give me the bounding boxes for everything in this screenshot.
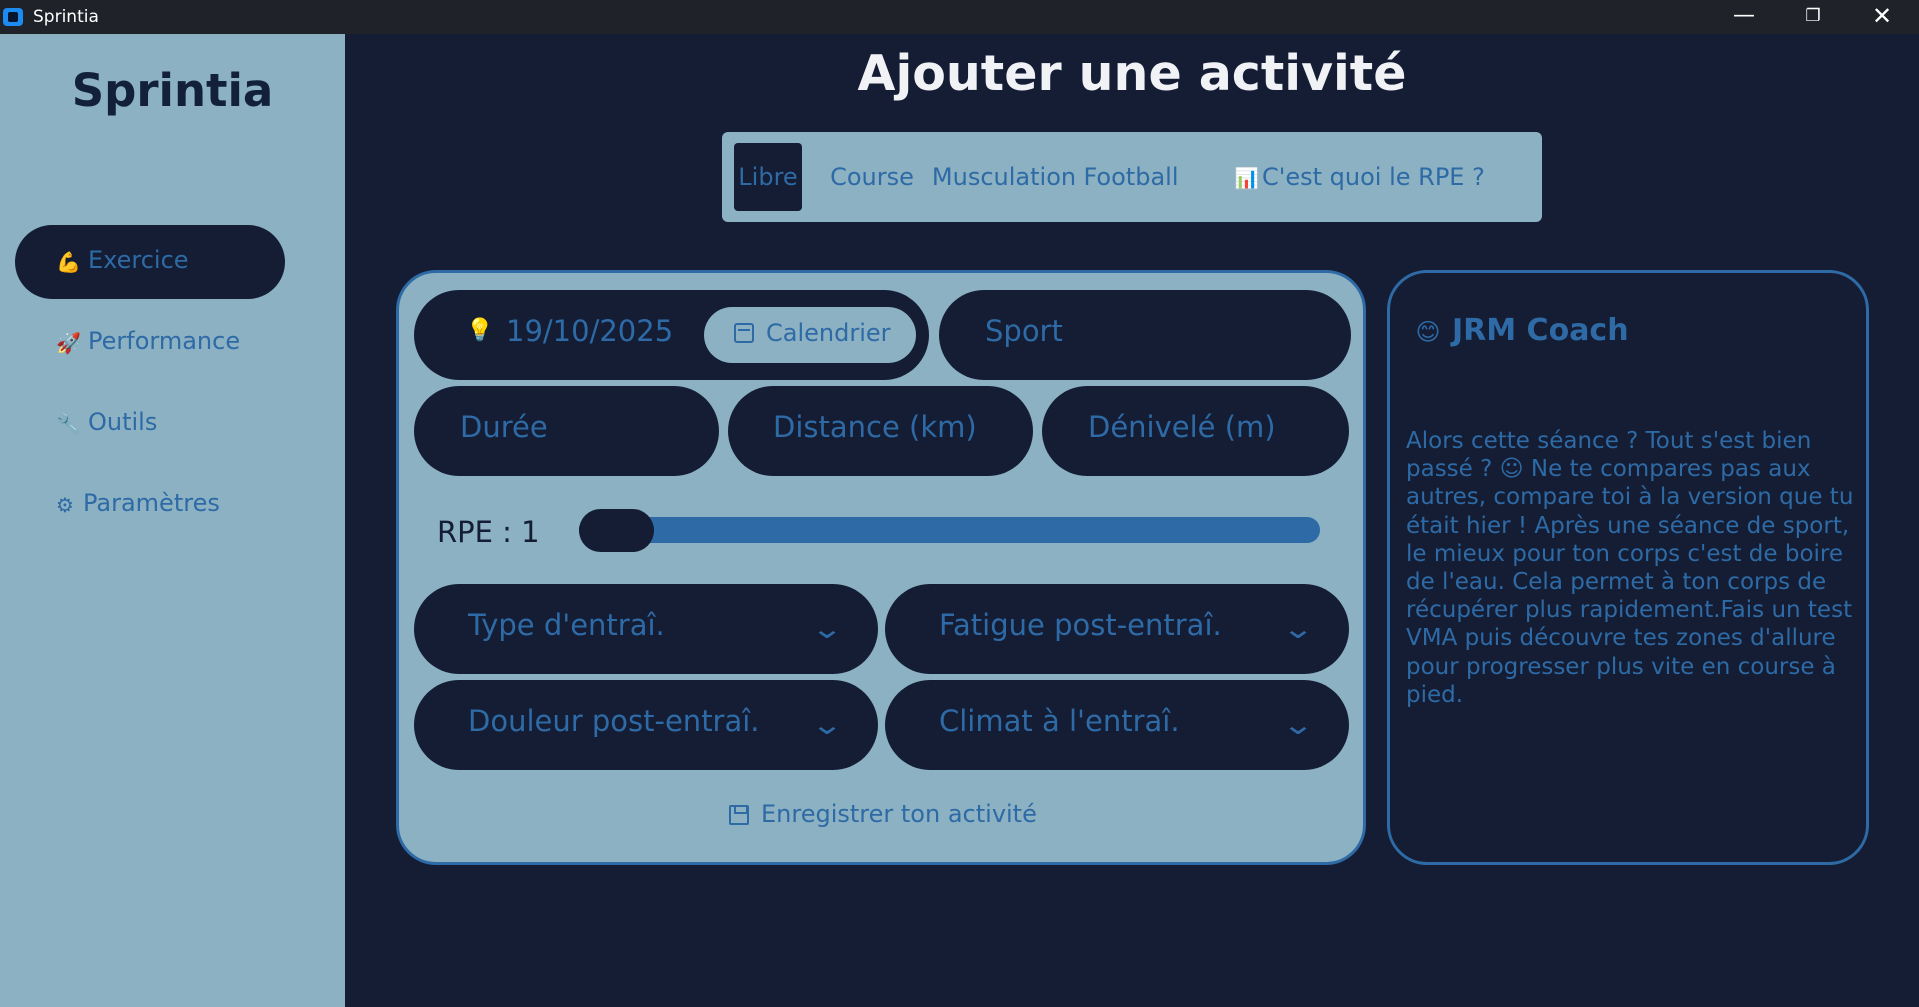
- bar-chart-icon: 📊: [1234, 166, 1259, 190]
- sidebar: Sprintia 💪 Exercice 🚀 Performance 🔧 Outi…: [0, 34, 345, 1007]
- save-icon: [729, 805, 749, 825]
- date-field[interactable]: 💡 19/10/2025 Calendrier: [414, 290, 929, 380]
- app-icon: [3, 8, 23, 26]
- page-title: Ajouter une activité: [857, 45, 1407, 102]
- pain-label: Douleur post-entraî.: [468, 704, 760, 738]
- sidebar-item-exercice[interactable]: 💪 Exercice: [15, 225, 285, 299]
- chevron-down-icon: ⌄: [810, 708, 844, 741]
- activity-form: 💡 19/10/2025 Calendrier Sport Durée Dist…: [396, 270, 1366, 865]
- rpe-slider-handle[interactable]: [579, 509, 654, 552]
- sport-input[interactable]: Sport: [939, 290, 1351, 380]
- climate-label: Climat à l'entraî.: [939, 704, 1180, 738]
- window-title: Sprintia: [33, 7, 99, 27]
- sidebar-item-outils[interactable]: 🔧 Outils: [15, 387, 285, 461]
- tab-football[interactable]: Football: [1071, 143, 1191, 211]
- duration-placeholder: Durée: [460, 410, 548, 444]
- tab-course[interactable]: Course: [813, 143, 931, 211]
- climate-select[interactable]: Climat à l'entraî. ⌄: [885, 680, 1349, 770]
- elevation-placeholder: Dénivelé (m): [1088, 410, 1276, 444]
- coach-panel: 😊 JRM Coach Alors cette séance ? Tout s'…: [1387, 270, 1869, 865]
- lightbulb-icon: 💡: [466, 318, 494, 343]
- training-type-select[interactable]: Type d'entraî. ⌄: [414, 584, 878, 674]
- tab-libre[interactable]: Libre: [734, 143, 802, 211]
- calendar-button[interactable]: Calendrier: [704, 307, 916, 363]
- elevation-input[interactable]: Dénivelé (m): [1042, 386, 1349, 476]
- sidebar-item-label: Outils: [88, 408, 158, 436]
- calendar-label: Calendrier: [766, 319, 891, 347]
- calendar-icon: [734, 323, 754, 343]
- sidebar-item-label: Paramètres: [83, 489, 220, 517]
- tab-musculation[interactable]: Musculation: [915, 143, 1093, 211]
- rpe-label: RPE : 1: [437, 515, 540, 549]
- fatigue-select[interactable]: Fatigue post-entraî. ⌄: [885, 584, 1349, 674]
- distance-input[interactable]: Distance (km): [728, 386, 1033, 476]
- rocket-icon: 🚀: [56, 331, 81, 355]
- coach-title: JRM Coach: [1452, 313, 1629, 348]
- maximize-button[interactable]: ❐: [1783, 0, 1843, 34]
- save-activity-label: Enregistrer ton activité: [761, 800, 1037, 828]
- pain-select[interactable]: Douleur post-entraî. ⌄: [414, 680, 878, 770]
- sport-placeholder: Sport: [985, 314, 1063, 348]
- chevron-down-icon: ⌄: [810, 612, 844, 645]
- sidebar-item-label: Exercice: [88, 246, 189, 274]
- wrench-icon: 🔧: [56, 412, 81, 436]
- fatigue-label: Fatigue post-entraî.: [939, 608, 1222, 642]
- window-titlebar: Sprintia — ❐ ✕: [0, 0, 1919, 34]
- gear-icon: ⚙: [56, 493, 74, 517]
- coach-message: Alors cette séance ? Tout s'est bien pas…: [1406, 428, 1854, 708]
- close-button[interactable]: ✕: [1852, 0, 1912, 34]
- minimize-button[interactable]: —: [1714, 0, 1774, 34]
- sidebar-item-parametres[interactable]: ⚙ Paramètres: [15, 468, 285, 542]
- coach-face-icon: 😊: [1415, 318, 1441, 346]
- sidebar-item-performance[interactable]: 🚀 Performance: [15, 306, 285, 380]
- chevron-down-icon: ⌄: [1281, 612, 1315, 645]
- rpe-help-label: C'est quoi le RPE ?: [1262, 163, 1485, 191]
- activity-tabs: Libre Course Musculation Football 📊 C'est…: [722, 132, 1542, 222]
- duration-input[interactable]: Durée: [414, 386, 719, 476]
- chevron-down-icon: ⌄: [1281, 708, 1315, 741]
- bicep-icon: 💪: [56, 250, 81, 274]
- distance-placeholder: Distance (km): [773, 410, 977, 444]
- rpe-help-button[interactable]: 📊 C'est quoi le RPE ?: [1234, 143, 1485, 211]
- rpe-slider-track[interactable]: [579, 517, 1320, 543]
- brand-title: Sprintia: [71, 64, 274, 117]
- date-value: 19/10/2025: [506, 314, 674, 348]
- sidebar-item-label: Performance: [88, 327, 241, 355]
- training-type-label: Type d'entraî.: [468, 608, 665, 642]
